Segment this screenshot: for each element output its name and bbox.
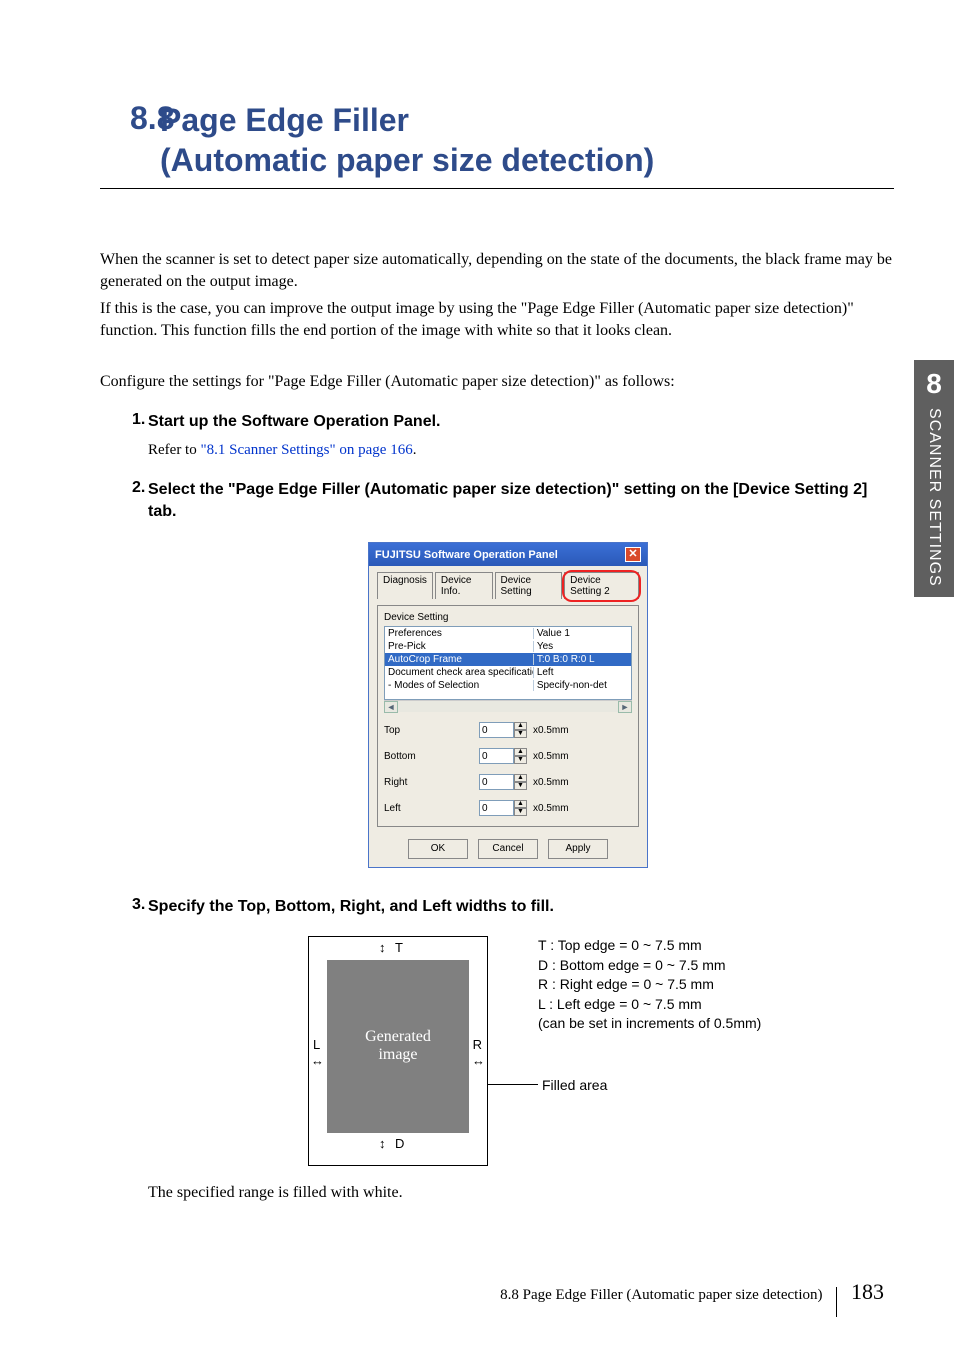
arrow-v-icon: ↕: [379, 940, 386, 955]
tab-device-setting-2[interactable]: Device Setting 2: [564, 572, 639, 599]
intro-paragraph-1: When the scanner is set to detect paper …: [100, 249, 894, 294]
arrow-h-icon: ↔: [311, 1053, 324, 1068]
dialog-title: FUJITSU Software Operation Panel: [375, 549, 558, 561]
label-T: T: [395, 940, 403, 955]
list-cell: Specify-non-det: [533, 680, 628, 691]
field-top-unit: x0.5mm: [533, 725, 569, 736]
scroll-left-icon[interactable]: ◄: [384, 701, 398, 713]
step-1-number: 1.: [100, 411, 148, 460]
step-1-refer-prefix: Refer to: [148, 442, 200, 458]
chapter-number: 8: [914, 368, 954, 400]
callout-line: [488, 1084, 538, 1085]
list-row: Pre-PickYes: [385, 640, 631, 653]
step-1-refer-suffix: .: [413, 442, 417, 458]
list-cell: Yes: [533, 641, 628, 652]
footer-divider: [836, 1287, 837, 1317]
footer-text: 8.8 Page Edge Filler (Automatic paper si…: [500, 1287, 822, 1303]
field-right-unit: x0.5mm: [533, 777, 569, 788]
list-row-selected: AutoCrop FrameT:0 B:0 R:0 L: [385, 653, 631, 666]
label-L: L: [313, 1037, 320, 1052]
legend-L: L : Left edge = 0 ~ 7.5 mm: [538, 995, 761, 1015]
horizontal-scrollbar[interactable]: ◄ ►: [384, 700, 632, 712]
step-2-title: Select the "Page Edge Filler (Automatic …: [148, 479, 894, 522]
list-row: - Modes of SelectionSpecify-non-det: [385, 679, 631, 692]
field-top-input[interactable]: [479, 722, 514, 738]
cancel-button[interactable]: Cancel: [478, 839, 538, 859]
field-top-label: Top: [384, 725, 479, 736]
spin-down-icon[interactable]: ▼: [514, 756, 527, 764]
field-left-unit: x0.5mm: [533, 803, 569, 814]
tab-diagnosis[interactable]: Diagnosis: [377, 572, 433, 599]
settings-list[interactable]: PreferencesValue 1 Pre-PickYes AutoCrop …: [384, 626, 632, 700]
filled-area-label: Filled area: [542, 1076, 607, 1096]
scanner-settings-link[interactable]: "8.1 Scanner Settings" on page 166: [200, 442, 412, 458]
spin-down-icon[interactable]: ▼: [514, 730, 527, 738]
list-cell: - Modes of Selection: [388, 680, 533, 691]
list-cell: Pre-Pick: [388, 641, 533, 652]
tab-device-setting-2-label: Device Setting 2: [570, 575, 609, 597]
close-icon[interactable]: ✕: [625, 547, 641, 562]
legend-increment: (can be set in increments of 0.5mm): [538, 1014, 761, 1034]
list-cell: AutoCrop Frame: [388, 654, 533, 665]
list-row: Document check area specification for ..…: [385, 666, 631, 679]
field-left-label: Left: [384, 803, 479, 814]
list-cell: Preferences: [388, 628, 533, 639]
apply-button[interactable]: Apply: [548, 839, 608, 859]
field-right-label: Right: [384, 777, 479, 788]
tab-device-setting[interactable]: Device Setting: [495, 572, 563, 599]
spin-down-icon[interactable]: ▼: [514, 808, 527, 816]
inner-label-2: image: [378, 1046, 417, 1063]
legend-D: D : Bottom edge = 0 ~ 7.5 mm: [538, 956, 761, 976]
intro-paragraph-2: If this is the case, you can improve the…: [100, 298, 894, 343]
spin-up-icon[interactable]: ▲: [514, 722, 527, 730]
arrow-v-icon: ↕: [379, 1136, 386, 1151]
list-row: PreferencesValue 1: [385, 627, 631, 640]
step-3-title: Specify the Top, Bottom, Right, and Left…: [148, 896, 894, 918]
list-cell: T:0 B:0 R:0 L: [533, 654, 628, 665]
label-D: D: [395, 1136, 404, 1151]
list-cell: Left: [533, 667, 628, 678]
generated-image-area: Generatedimage: [327, 960, 469, 1133]
chapter-side-tab: 8 SCANNER SETTINGS: [914, 360, 954, 597]
label-R: R: [473, 1037, 482, 1052]
spin-up-icon[interactable]: ▲: [514, 748, 527, 756]
dialog-section-label: Device Setting: [384, 612, 632, 623]
field-right-input[interactable]: [479, 774, 514, 790]
step-1-reference: Refer to "8.1 Scanner Settings" on page …: [148, 442, 894, 459]
step-1-title: Start up the Software Operation Panel.: [148, 411, 894, 433]
configure-instruction: Configure the settings for "Page Edge Fi…: [100, 373, 894, 391]
heading-rule: [100, 188, 894, 189]
field-left-input[interactable]: [479, 800, 514, 816]
page-number: 183: [851, 1279, 884, 1304]
legend-T: T : Top edge = 0 ~ 7.5 mm: [538, 936, 761, 956]
software-operation-panel-dialog: FUJITSU Software Operation Panel ✕ Diagn…: [368, 542, 648, 868]
list-cell: Value 1: [533, 628, 628, 639]
section-number: 8.8: [100, 100, 160, 137]
arrow-h-icon: ↔: [472, 1053, 485, 1068]
field-bottom-unit: x0.5mm: [533, 751, 569, 762]
step-3-note: The specified range is filled with white…: [148, 1184, 894, 1202]
ok-button[interactable]: OK: [408, 839, 468, 859]
step-3-number: 3.: [100, 896, 148, 1202]
step-2-number: 2.: [100, 479, 148, 868]
section-title: Page Edge Filler (Automatic paper size d…: [160, 100, 654, 180]
field-bottom-input[interactable]: [479, 748, 514, 764]
spin-up-icon[interactable]: ▲: [514, 774, 527, 782]
chapter-name: SCANNER SETTINGS: [925, 408, 943, 587]
scroll-right-icon[interactable]: ►: [618, 701, 632, 713]
list-cell: Document check area specification for ..…: [388, 667, 533, 678]
legend-R: R : Right edge = 0 ~ 7.5 mm: [538, 975, 761, 995]
spin-down-icon[interactable]: ▼: [514, 782, 527, 790]
page-footer: 8.8 Page Edge Filler (Automatic paper si…: [0, 1279, 954, 1311]
field-bottom-label: Bottom: [384, 751, 479, 762]
section-title-line1: Page Edge Filler: [160, 102, 409, 138]
inner-label-1: Generated: [365, 1028, 431, 1045]
tab-device-info[interactable]: Device Info.: [435, 572, 493, 599]
section-title-line2: (Automatic paper size detection): [160, 142, 654, 178]
spin-up-icon[interactable]: ▲: [514, 800, 527, 808]
edge-filler-diagram: Generatedimage T ↕ D ↕ L ↔ R ↔: [308, 936, 488, 1166]
